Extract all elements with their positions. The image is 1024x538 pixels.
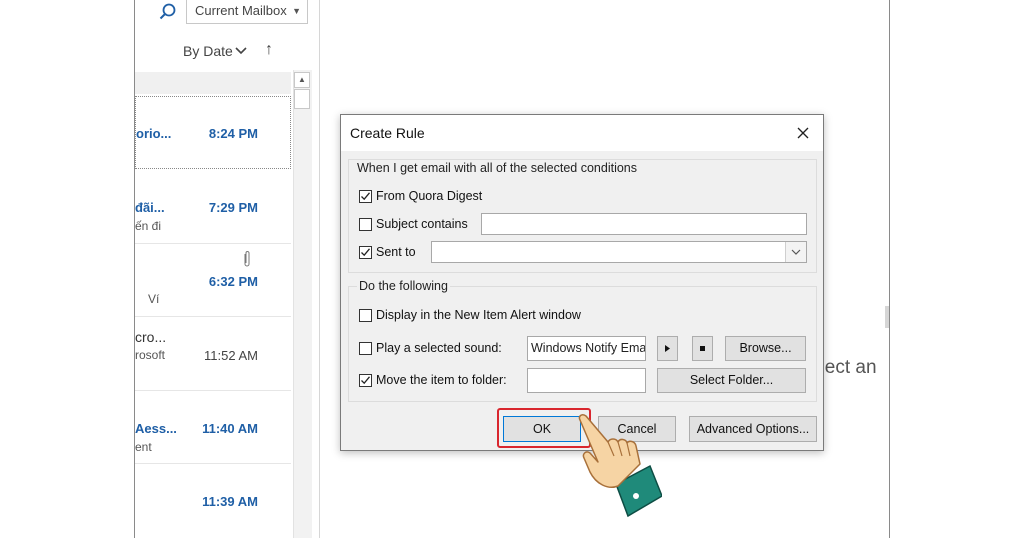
email-time: 6:32 PM	[208, 274, 258, 289]
list-item[interactable]: orio... 8:24 PM	[135, 96, 291, 169]
sent-to-dropdown[interactable]	[431, 241, 807, 263]
sort-direction-arrow-icon[interactable]: ↑	[265, 41, 273, 59]
email-subject: ến đi	[135, 219, 162, 233]
sent-to-checkbox[interactable]	[359, 246, 372, 259]
message-list-scrollbar[interactable]: ▲	[293, 70, 312, 538]
from-checkbox[interactable]	[359, 190, 372, 203]
reading-pane-splitter[interactable]	[885, 306, 889, 328]
chevron-down-icon: ▼	[292, 6, 301, 16]
folder-input[interactable]	[527, 368, 646, 393]
advanced-options-button[interactable]: Advanced Options...	[689, 416, 817, 442]
sound-file-input[interactable]: Windows Notify Ema	[527, 336, 646, 361]
stop-icon	[700, 346, 705, 351]
email-time: 7:29 PM	[208, 200, 258, 215]
search-scope-dropdown[interactable]: Current Mailbox ▼	[186, 0, 308, 24]
from-label[interactable]: From Quora Digest	[376, 189, 482, 203]
search-scope-label: Current Mailbox	[195, 3, 287, 18]
email-time: 11:40 AM	[202, 421, 258, 436]
list-item[interactable]: Aess... 11:40 AM ent	[135, 391, 291, 464]
stop-sound-button[interactable]	[692, 336, 713, 361]
email-subject: rosoft	[135, 348, 166, 362]
email-sender: Aess...	[135, 421, 177, 436]
alert-label[interactable]: Display in the New Item Alert window	[376, 308, 581, 322]
play-icon	[665, 345, 670, 352]
sent-to-label[interactable]: Sent to	[376, 245, 416, 259]
list-item[interactable]: đãi... 7:29 PM ến đi	[135, 169, 291, 244]
scroll-thumb[interactable]	[294, 89, 310, 109]
sort-by-button[interactable]: By Date	[183, 43, 233, 59]
email-sender: đãi...	[135, 200, 165, 215]
scroll-up-arrow-icon[interactable]: ▲	[294, 72, 310, 88]
dialog-title: Create Rule	[350, 125, 425, 141]
email-time: 11:39 AM	[202, 494, 258, 509]
message-list-divider	[319, 0, 320, 538]
pointing-hand-icon	[578, 414, 662, 518]
dialog-titlebar: Create Rule	[341, 115, 823, 151]
email-time: 11:52 AM	[204, 348, 258, 363]
sound-file-value: Windows Notify Ema	[531, 341, 646, 355]
subject-input[interactable]	[481, 213, 807, 235]
move-label[interactable]: Move the item to folder:	[376, 373, 507, 387]
actions-group-title: Do the following	[357, 279, 450, 293]
select-folder-button[interactable]: Select Folder...	[657, 368, 806, 393]
search-icon[interactable]	[158, 2, 178, 22]
list-group-header	[135, 72, 291, 94]
chevron-down-icon[interactable]	[785, 242, 806, 262]
sound-checkbox[interactable]	[359, 342, 372, 355]
sound-label[interactable]: Play a selected sound:	[376, 341, 502, 355]
move-checkbox[interactable]	[359, 374, 372, 387]
conditions-group-title: When I get email with all of the selecte…	[357, 161, 638, 175]
alert-checkbox[interactable]	[359, 309, 372, 322]
subject-label[interactable]: Subject contains	[376, 217, 468, 231]
paperclip-icon	[244, 251, 250, 267]
browse-button[interactable]: Browse...	[725, 336, 806, 361]
email-sender: cro...	[135, 329, 167, 345]
subject-checkbox[interactable]	[359, 218, 372, 231]
window-right-edge	[889, 0, 890, 538]
email-time: 8:24 PM	[208, 126, 258, 141]
chevron-down-icon[interactable]	[235, 46, 247, 56]
email-sender: orio...	[136, 126, 172, 141]
play-sound-button[interactable]	[657, 336, 678, 361]
create-rule-dialog: Create Rule When I get email with all of…	[340, 114, 824, 451]
list-item[interactable]: cro... 11:52 AM rosoft	[135, 317, 291, 391]
email-subject: ent	[135, 440, 152, 454]
close-icon[interactable]	[791, 121, 815, 145]
list-item[interactable]: 11:39 AM	[135, 464, 291, 538]
email-subject: Ví	[148, 292, 160, 306]
list-item[interactable]: 6:32 PM Ví	[135, 244, 291, 317]
